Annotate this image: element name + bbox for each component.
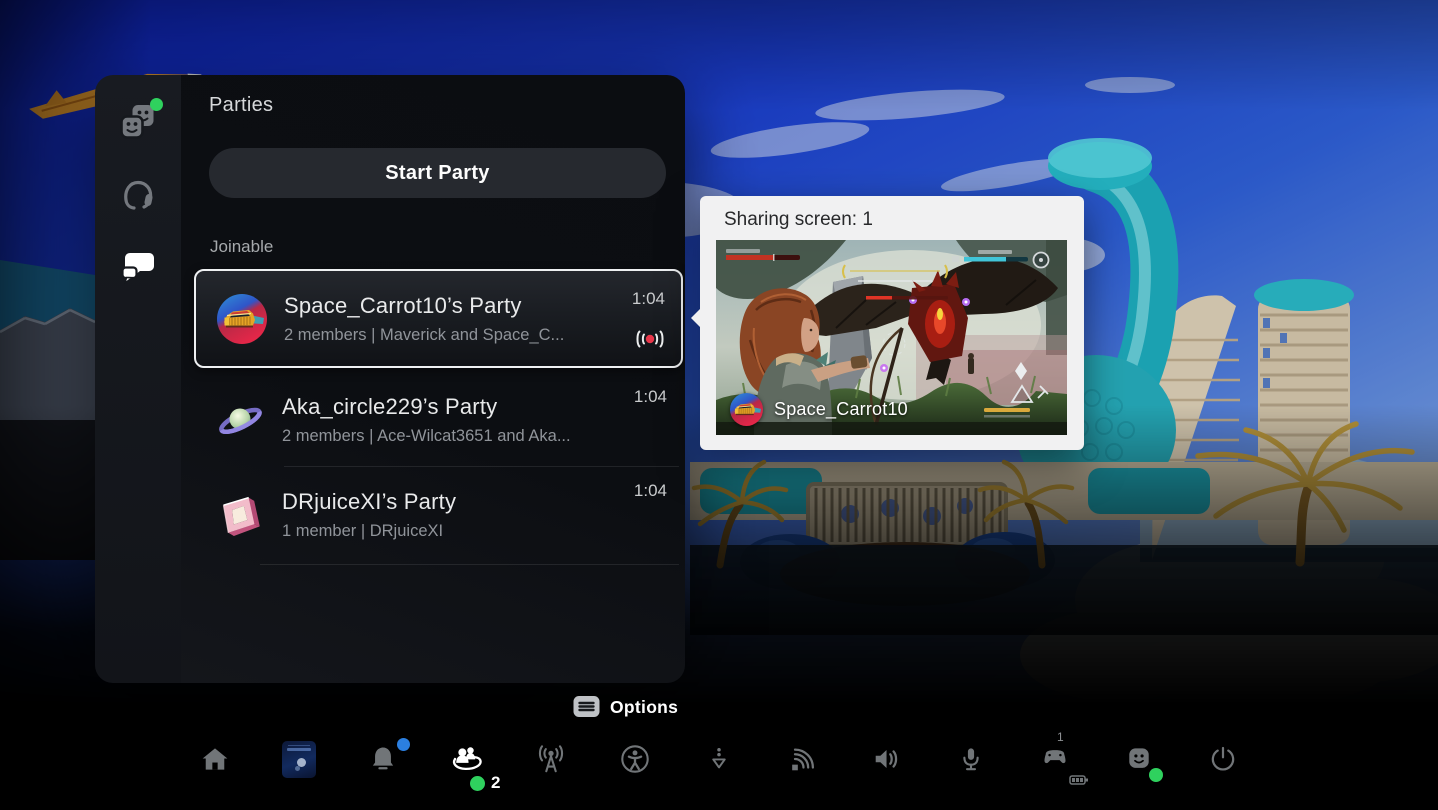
broadcast-icon: [538, 745, 564, 773]
controlbar-home[interactable]: [198, 730, 232, 788]
battery-icon: [1069, 775, 1088, 785]
party-members: 2 members | Maverick and Space_C...: [284, 325, 565, 344]
controlbar-profile[interactable]: [1122, 730, 1163, 788]
page-title: Parties: [209, 94, 274, 116]
options-hint[interactable]: Options: [572, 694, 678, 720]
home-icon: [202, 748, 228, 770]
shared-screen-preview: Space_Carrot10: [716, 240, 1067, 435]
live-broadcast-icon: [636, 330, 664, 348]
controlbar-accessibility[interactable]: [618, 730, 652, 788]
controller-icon: [1044, 750, 1066, 764]
controlbar-power[interactable]: [1206, 730, 1240, 788]
party-name: Aka_circle229’s Party: [282, 393, 498, 419]
controlbar-network[interactable]: [786, 730, 820, 788]
start-party-button[interactable]: Start Party: [209, 148, 666, 198]
party-avatar-frame: [222, 496, 260, 537]
sharer-avatar-car: [730, 393, 763, 426]
options-label: Options: [610, 696, 679, 717]
game-base-online-dot: [470, 775, 485, 791]
options-button-icon: [573, 696, 600, 717]
sharer-name: Space_Carrot10: [774, 399, 908, 419]
gamebase-sidebar: [95, 75, 181, 683]
sharer-identity: Space_Carrot10: [730, 393, 908, 426]
controlbar-downloads[interactable]: [702, 730, 736, 788]
party-duration: 1:04: [633, 387, 667, 406]
controlbar-notifications[interactable]: [366, 730, 410, 788]
sidebar-tab-voice-chat[interactable]: [115, 172, 161, 218]
power-icon: [1211, 746, 1235, 771]
notification-badge: [397, 738, 410, 751]
controller-number: 1: [1057, 730, 1064, 744]
list-divider: [260, 564, 679, 565]
party-list-item[interactable]: Aka_circle229’s Party 2 members | Ace-Wi…: [194, 373, 683, 466]
joinable-section-header: Joinable: [210, 237, 274, 256]
friends-online-badge: [150, 98, 163, 111]
controlbar-sound[interactable]: [870, 730, 904, 788]
network-icon: [792, 748, 815, 771]
bell-icon: [372, 747, 394, 770]
party-list-item[interactable]: DRjuiceXI’s Party 1 member | DRjuiceXI 1…: [194, 467, 683, 563]
downloads-icon: [712, 747, 726, 769]
sharing-screen-tooltip: Sharing screen: 1 Space_Carrot10: [691, 196, 1084, 450]
party-list: Space_Carrot10’s Party 2 members | Maver…: [194, 267, 683, 647]
party-list-item-selected[interactable]: Space_Carrot10’s Party 2 members | Maver…: [194, 269, 683, 368]
accessibility-icon: [621, 745, 649, 773]
parties-view: Parties Start Party Joinable Space_Carro…: [181, 75, 685, 683]
party-name: DRjuiceXI’s Party: [282, 489, 457, 514]
control-center-bar: 2 1: [0, 728, 1438, 792]
mic-icon: [963, 748, 979, 771]
controlbar-accessories[interactable]: 1: [1038, 730, 1088, 788]
game-card-thumbnail: [282, 740, 316, 778]
profile-online-dot: [1149, 768, 1163, 782]
sharing-screen-title: Sharing screen: 1: [724, 209, 873, 230]
controlbar-current-game[interactable]: [282, 730, 316, 788]
headset-icon: [124, 180, 153, 210]
controlbar-broadcast[interactable]: [534, 730, 568, 788]
game-base-count: 2: [491, 773, 501, 792]
chat-bubbles-icon: [121, 253, 154, 285]
party-avatar-car: [217, 293, 267, 344]
game-base-status: 2: [470, 773, 500, 793]
party-duration: 1:04: [633, 481, 667, 500]
profile-avatar-icon: [1129, 748, 1149, 768]
party-members: 1 member | DRjuiceXI: [282, 522, 444, 540]
party-avatar-planet: [219, 407, 262, 434]
party-name: Space_Carrot10’s Party: [284, 292, 522, 318]
controlbar-game-base[interactable]: 2: [450, 730, 500, 792]
party-duration: 1:04: [631, 289, 665, 308]
sidebar-tab-friends[interactable]: [115, 98, 163, 145]
gamebase-panel: Parties Start Party Joinable Space_Carro…: [95, 75, 685, 683]
tooltip-arrow: [691, 308, 701, 328]
party-members: 2 members | Ace-Wilcat3651 and Aka...: [282, 426, 571, 445]
speaker-icon: [875, 750, 898, 768]
controlbar-microphone[interactable]: [954, 730, 988, 788]
sidebar-tab-messages[interactable]: [115, 245, 161, 291]
